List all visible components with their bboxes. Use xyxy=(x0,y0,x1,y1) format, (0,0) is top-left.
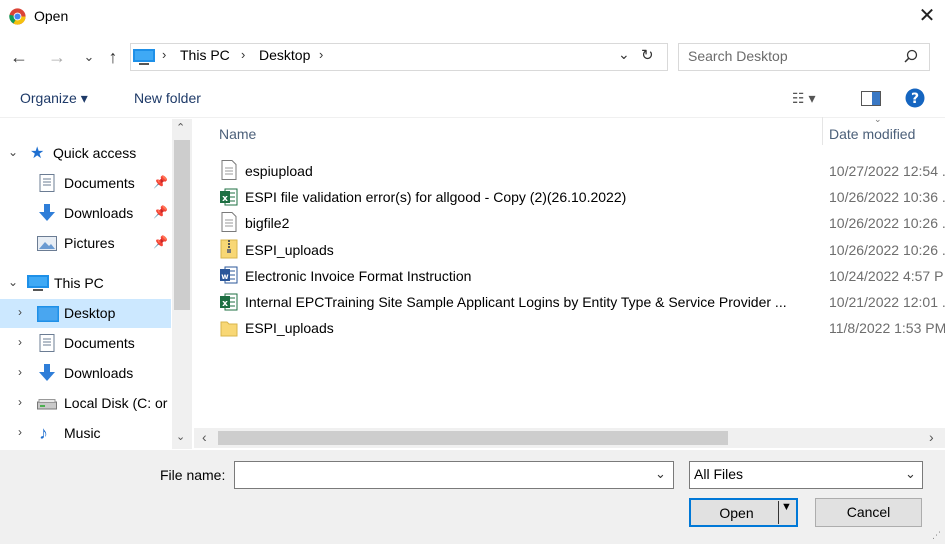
column-header-name[interactable]: Name xyxy=(219,126,256,142)
sidebar-item-documents-pc[interactable]: Documents xyxy=(64,335,135,365)
file-date: 11/8/2022 1:53 PM xyxy=(829,320,945,336)
organize-button[interactable]: Organize ▾ xyxy=(20,90,88,107)
document-icon xyxy=(39,174,55,192)
search-input[interactable]: Search Desktop xyxy=(688,48,788,64)
excel-icon: x xyxy=(220,188,238,206)
column-header-date-modified[interactable]: Date modified xyxy=(829,126,915,142)
pin-icon[interactable]: 📌 xyxy=(153,205,168,219)
file-date: 10/21/2022 12:01 . xyxy=(829,294,945,310)
chevron-right-icon[interactable]: › xyxy=(18,365,22,379)
chevron-down-icon[interactable]: ⌄ xyxy=(8,145,18,159)
download-icon xyxy=(39,364,55,381)
new-folder-button[interactable]: New folder xyxy=(134,90,201,106)
excel-icon: x xyxy=(220,293,238,311)
this-pc-icon xyxy=(133,49,155,65)
sidebar-item-downloads[interactable]: Downloads xyxy=(64,205,133,235)
star-icon: ★ xyxy=(30,145,45,162)
sidebar-item-pictures[interactable]: Pictures xyxy=(64,235,115,265)
title-bar xyxy=(0,0,945,34)
navigation-scrollbar-thumb[interactable] xyxy=(174,140,190,310)
svg-text:x: x xyxy=(222,194,228,204)
split-divider xyxy=(778,501,779,524)
open-options-dropdown-icon[interactable]: ▼ xyxy=(781,501,792,513)
list-item[interactable]: Internal EPCTraining Site Sample Applica… xyxy=(245,294,787,310)
svg-text:?: ? xyxy=(911,91,919,107)
download-icon xyxy=(39,204,55,221)
cancel-button[interactable]: Cancel xyxy=(815,498,922,527)
scroll-up-icon[interactable]: ⌃ xyxy=(176,121,185,134)
sidebar-item-quick-access[interactable]: Quick access xyxy=(53,145,136,175)
sidebar-item-local-disk[interactable]: Local Disk (C: or xyxy=(64,395,167,425)
sidebar-item-documents[interactable]: Documents xyxy=(64,175,135,205)
sidebar-item-downloads-pc[interactable]: Downloads xyxy=(64,365,133,395)
chevron-right-icon[interactable]: › xyxy=(18,395,22,409)
list-item[interactable]: bigfile2 xyxy=(245,215,289,231)
drive-icon xyxy=(37,399,57,410)
scroll-down-icon[interactable]: ⌄ xyxy=(176,430,185,443)
file-list-scrollbar-thumb[interactable] xyxy=(218,431,728,445)
chevron-right-icon[interactable]: › xyxy=(18,335,22,349)
pictures-icon xyxy=(37,236,57,251)
list-item[interactable]: ESPI_uploads xyxy=(245,242,334,258)
search-icon xyxy=(904,49,918,63)
pin-icon[interactable]: 📌 xyxy=(153,175,168,189)
help-icon[interactable]: ? xyxy=(905,88,925,108)
up-button[interactable]: ↑ xyxy=(102,44,124,70)
pin-icon[interactable]: 📌 xyxy=(153,235,168,249)
svg-text:w: w xyxy=(221,272,229,281)
sidebar-item-desktop[interactable]: Desktop xyxy=(64,305,115,335)
resize-grip-icon[interactable]: ⋰ xyxy=(932,530,941,541)
file-type-dropdown-icon[interactable]: ⌄ xyxy=(905,466,916,482)
list-item[interactable]: Electronic Invoice Format Instruction xyxy=(245,268,471,284)
file-name-label: File name: xyxy=(160,467,226,483)
word-icon: w xyxy=(220,266,238,284)
breadcrumb-desktop[interactable]: Desktop xyxy=(259,47,310,63)
list-item[interactable]: ESPI_uploads xyxy=(245,320,334,336)
close-icon[interactable]: ✕ xyxy=(915,4,939,28)
list-item[interactable]: espiupload xyxy=(245,163,313,179)
refresh-icon[interactable]: ↻ xyxy=(641,46,654,64)
scroll-right-icon[interactable]: › xyxy=(929,429,934,445)
address-dropdown-icon[interactable]: ⌄ xyxy=(618,46,630,63)
text-file-icon xyxy=(221,160,237,180)
file-name-dropdown-icon[interactable]: ⌄ xyxy=(655,466,666,482)
recent-locations-button[interactable]: ⌄ xyxy=(78,44,100,70)
text-file-icon xyxy=(221,212,237,232)
desktop-icon xyxy=(37,306,59,322)
forward-button[interactable]: → xyxy=(46,44,68,70)
column-divider[interactable] xyxy=(822,117,823,145)
breadcrumb-this-pc[interactable]: This PC xyxy=(180,47,230,63)
music-icon: ♪ xyxy=(39,423,48,443)
breadcrumb-separator: › xyxy=(319,47,324,62)
file-name-input[interactable] xyxy=(234,461,674,489)
back-button[interactable]: ← xyxy=(8,44,30,70)
list-item[interactable]: ESPI file validation error(s) for allgoo… xyxy=(245,189,626,205)
svg-text:x: x xyxy=(222,299,228,309)
monitor-icon xyxy=(27,275,49,291)
scroll-left-icon[interactable]: ‹ xyxy=(202,429,207,445)
file-date: 10/26/2022 10:26 . xyxy=(829,215,945,231)
zip-folder-icon xyxy=(220,239,238,259)
folder-icon xyxy=(220,321,238,337)
breadcrumb-separator: › xyxy=(162,47,167,62)
preview-pane-icon[interactable] xyxy=(861,91,881,106)
chevron-right-icon[interactable]: › xyxy=(18,305,22,319)
chevron-down-icon[interactable]: ⌄ xyxy=(8,275,18,289)
file-date: 10/27/2022 12:54 . xyxy=(829,163,945,179)
chevron-right-icon[interactable]: › xyxy=(18,425,22,439)
window-title: Open xyxy=(34,8,69,24)
document-icon xyxy=(39,334,55,352)
file-type-value: All Files xyxy=(694,466,744,482)
file-date: 10/24/2022 4:57 P xyxy=(829,268,944,284)
change-view-button[interactable]: ☷ ▾ xyxy=(792,90,815,107)
sort-indicator-icon: ⌄ xyxy=(874,114,882,124)
file-date: 10/26/2022 10:26 . xyxy=(829,242,945,258)
file-date: 10/26/2022 10:36 . xyxy=(829,189,945,205)
chrome-icon xyxy=(9,8,26,25)
open-button-label: Open xyxy=(719,505,754,521)
breadcrumb-separator: › xyxy=(241,47,246,62)
